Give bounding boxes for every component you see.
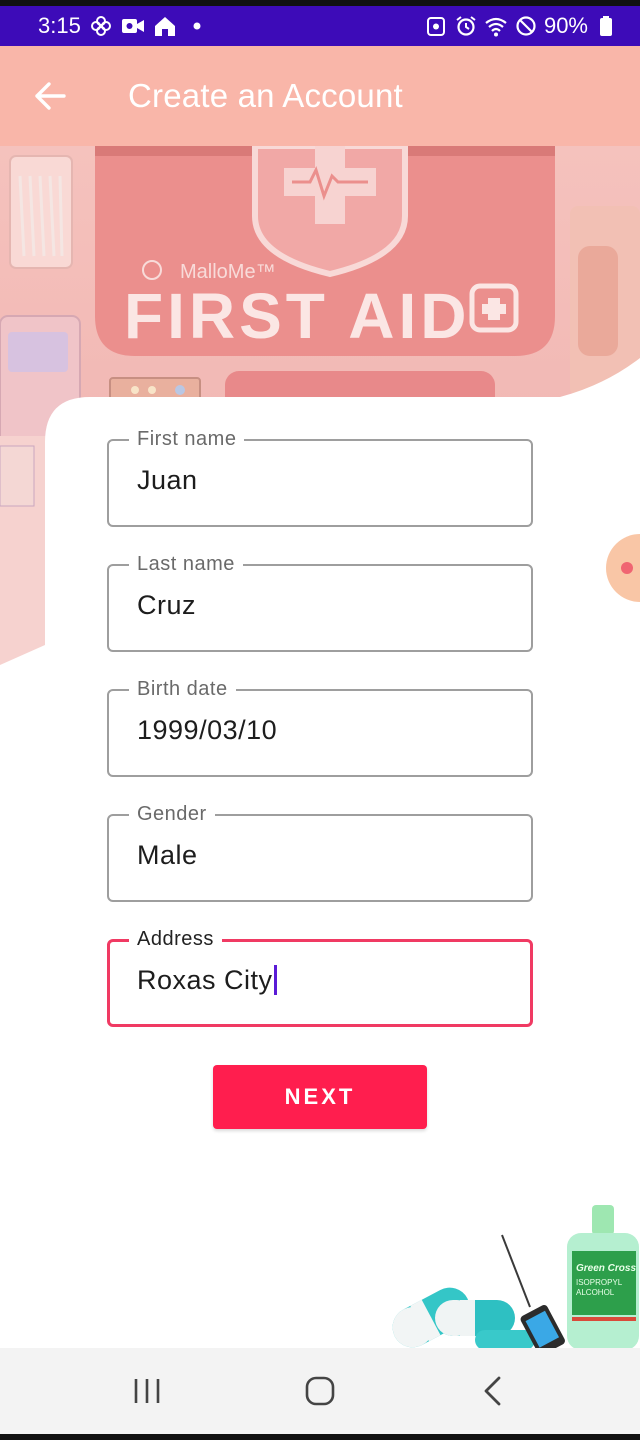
first-name-value: Juan (137, 465, 198, 495)
text-caret (273, 965, 277, 995)
battery-icon (594, 14, 618, 38)
address-value: Roxas City (137, 965, 273, 995)
recent-apps-icon (134, 1379, 159, 1403)
bottle-line2: ALCOHOL (576, 1288, 615, 1297)
page-title: Create an Account (128, 77, 403, 114)
recent-apps-button[interactable] (112, 1356, 182, 1426)
wifi-icon (484, 14, 508, 38)
bottle-line1: ISOPROPYL (576, 1278, 623, 1287)
dot-icon (185, 14, 209, 38)
pinwheel-icon (89, 14, 113, 38)
back-button[interactable] (20, 66, 80, 126)
medical-supplies-illustration: Green Cross ISOPROPYL ALCOHOL (392, 1205, 639, 1350)
video-camera-icon (121, 14, 145, 38)
bottle-brand: Green Cross (576, 1263, 636, 1274)
first-name-label: First name (129, 425, 245, 453)
home-icon (153, 14, 177, 38)
address-field[interactable]: Address Roxas City (107, 925, 533, 1027)
last-name-value: Cruz (137, 590, 197, 620)
alarm-icon (454, 14, 478, 38)
birth-date-field[interactable]: Birth date 1999/03/10 (107, 675, 533, 777)
address-value-wrap: Roxas City (137, 965, 277, 996)
system-nav-bar (0, 1348, 640, 1434)
back-chevron-icon (484, 1376, 501, 1406)
app-bar: Create an Account (0, 46, 640, 146)
arrow-left-icon (35, 82, 66, 110)
address-label: Address (129, 925, 222, 953)
gender-label: Gender (129, 800, 215, 828)
gender-field[interactable]: Gender Male (107, 800, 533, 902)
birth-date-label: Birth date (129, 675, 236, 703)
screen-bottom-edge (0, 1434, 640, 1440)
last-name-label: Last name (129, 550, 243, 578)
next-button[interactable]: NEXT (213, 1065, 427, 1129)
last-name-field[interactable]: Last name Cruz (107, 550, 533, 652)
do-not-disturb-icon (514, 14, 538, 38)
home-circle-icon (305, 1376, 335, 1406)
back-nav-button[interactable] (458, 1356, 528, 1426)
home-nav-button[interactable] (285, 1356, 355, 1426)
battery-percent: 90% (543, 13, 588, 38)
create-account-screen: 3:15 90% Create an Account MalloMe™ FIRS… (0, 0, 640, 1440)
birth-date-value: 1999/03/10 (137, 715, 278, 745)
status-bar: 3:15 90% (0, 0, 640, 46)
status-time: 3:15 (38, 13, 81, 38)
data-saver-icon (424, 14, 448, 38)
gender-value: Male (137, 840, 198, 870)
first-name-field[interactable]: First name Juan (107, 425, 533, 527)
